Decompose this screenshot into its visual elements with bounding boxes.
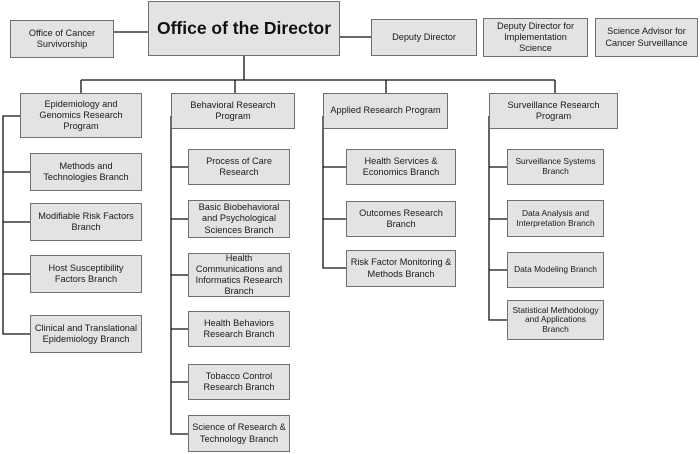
app-branch-risk-factor-monitoring: Risk Factor Monitoring & Methods Branch	[346, 250, 456, 287]
surv-branch-data-analysis: Data Analysis and Interpretation Branch	[507, 200, 604, 237]
epi-branch-clinical-translational: Clinical and Translational Epidemiology …	[30, 315, 142, 353]
beh-branch-health-behaviors: Health Behaviors Research Branch	[188, 311, 290, 347]
office-of-the-director-box: Office of the Director	[148, 1, 340, 56]
connector-applied-spine	[322, 116, 346, 269]
beh-branch-tobacco-control: Tobacco Control Research Branch	[188, 364, 290, 400]
surv-branch-surveillance-systems: Surveillance Systems Branch	[507, 149, 604, 185]
beh-branch-science-of-research: Science of Research & Technology Branch	[188, 415, 290, 452]
behavioral-program-box: Behavioral Research Program	[171, 93, 295, 129]
epi-branch-modifiable-risk-factors: Modifiable Risk Factors Branch	[30, 203, 142, 241]
deputy-director-box: Deputy Director	[371, 19, 477, 56]
beh-branch-health-communications: Health Communications and Informatics Re…	[188, 253, 290, 297]
epi-branch-methods-technologies: Methods and Technologies Branch	[30, 153, 142, 191]
science-advisor-surveillance-box: Science Advisor for Cancer Surveillance	[595, 18, 698, 57]
connector-epidemiology-spine	[2, 115, 30, 335]
connector-surveillance-spine	[488, 116, 507, 321]
surveillance-program-box: Surveillance Research Program	[489, 93, 618, 129]
beh-branch-biobehavioral: Basic Biobehavioral and Psychological Sc…	[188, 200, 290, 238]
office-of-cancer-survivorship-box: Office of Cancer Survivorship	[10, 20, 114, 58]
beh-branch-process-of-care: Process of Care Research	[188, 149, 290, 185]
epidemiology-program-box: Epidemiology and Genomics Research Progr…	[20, 93, 142, 138]
surv-branch-data-modeling: Data Modeling Branch	[507, 252, 604, 288]
surv-branch-statistical-methodology: Statistical Methodology and Applications…	[507, 300, 604, 340]
epi-branch-host-susceptibility: Host Susceptibility Factors Branch	[30, 255, 142, 293]
app-branch-health-services: Health Services & Economics Branch	[346, 149, 456, 185]
applied-program-box: Applied Research Program	[323, 93, 448, 129]
app-branch-outcomes-research: Outcomes Research Branch	[346, 201, 456, 237]
deputy-director-implementation-box: Deputy Director for Implementation Scien…	[483, 18, 588, 57]
